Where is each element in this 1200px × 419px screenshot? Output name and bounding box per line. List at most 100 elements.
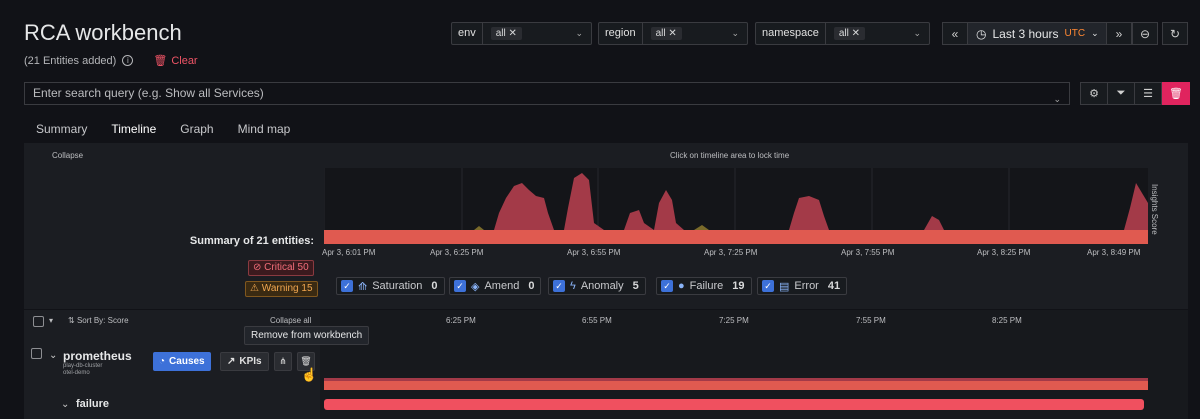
- lock-time-hint: Click on timeline area to lock time: [670, 151, 790, 160]
- zoom-out-icon: ⊖: [1139, 26, 1151, 41]
- filter-button[interactable]: ⏷: [1107, 82, 1135, 105]
- alert-circle-icon: ⊘: [253, 262, 262, 273]
- env-chip-text: all: [495, 28, 506, 39]
- entities-count: (21 Entities added) i 🗑 Clear: [24, 54, 198, 68]
- x-tick-5: Apr 3, 8:25 PM: [977, 248, 1031, 257]
- tab-graph[interactable]: Graph: [168, 118, 225, 146]
- search-input[interactable]: Enter search query (e.g. Show all Servic…: [24, 82, 1070, 105]
- checkbox-checked-icon[interactable]: ✓: [341, 280, 353, 292]
- chevron-down-icon[interactable]: ▾: [49, 316, 53, 325]
- causes-label: Causes: [169, 356, 205, 367]
- legend-anomaly[interactable]: ✓ ϟ Anomaly 5: [548, 277, 646, 295]
- legend-count: 0: [431, 280, 438, 292]
- namespace-chip[interactable]: all ✕: [833, 27, 866, 40]
- legend-amend[interactable]: ✓ ◈ Amend 0: [449, 277, 542, 295]
- summary-timeline-svg: [323, 168, 1148, 244]
- tab-summary[interactable]: Summary: [24, 118, 99, 146]
- settings-button[interactable]: ⚙: [1080, 82, 1108, 105]
- gear-icon: ⚙: [1089, 88, 1099, 100]
- namespace-filter[interactable]: namespace all ✕ ⌄: [755, 22, 930, 45]
- select-all-checkbox[interactable]: [33, 316, 44, 327]
- entity-namespace: otel-demo: [63, 370, 90, 376]
- env-filter-value: all ✕ ⌄: [483, 23, 591, 44]
- entity-timeline-bar[interactable]: [324, 378, 1148, 390]
- checkbox-checked-icon[interactable]: ✓: [661, 280, 673, 292]
- kpis-button[interactable]: ↗ KPIs: [220, 352, 269, 371]
- x-tick-6: Apr 3, 8:49 PM: [1087, 248, 1141, 257]
- tab-mind-map[interactable]: Mind map: [226, 118, 303, 146]
- legend-error[interactable]: ✓ ▤ Error 41: [757, 277, 848, 295]
- time-forward-button[interactable]: »: [1106, 22, 1132, 45]
- double-chevron-right-icon: »: [1115, 26, 1123, 41]
- summary-title: Summary of 21 entities:: [189, 235, 314, 247]
- kpis-label: KPIs: [239, 356, 262, 367]
- zoom-out-button[interactable]: ⊖: [1132, 22, 1158, 45]
- child-failure-label[interactable]: failure: [76, 398, 109, 410]
- legend-count: 19: [732, 280, 745, 292]
- legend-count: 41: [827, 280, 841, 292]
- summary-timeline-chart[interactable]: [323, 168, 1148, 244]
- x-tick-1: Apr 3, 6:25 PM: [430, 248, 484, 257]
- region-filter[interactable]: region all ✕ ⌄: [598, 22, 748, 45]
- failure-timeline-bar[interactable]: [324, 399, 1144, 410]
- error-icon: ▤: [779, 280, 790, 293]
- page-title: RCA workbench: [24, 20, 182, 45]
- legend-label: Amend: [484, 280, 520, 292]
- timezone-label: UTC: [1064, 28, 1086, 39]
- entity-checkbox[interactable]: [31, 348, 42, 359]
- clear-button[interactable]: 🗑 Clear: [153, 54, 198, 68]
- chevron-down-icon[interactable]: ⌄: [49, 350, 57, 361]
- region-filter-value: all ✕ ⌄: [643, 23, 747, 44]
- trash-icon: 🗑: [153, 55, 168, 67]
- clock-icon: ◷: [976, 26, 987, 41]
- refresh-button[interactable]: ↻: [1162, 22, 1188, 45]
- failure-icon: ●: [678, 280, 685, 292]
- entities-count-text: (21 Entities added): [24, 54, 117, 67]
- collapse-all-button[interactable]: Collapse all: [270, 316, 311, 325]
- filter-icon: ⏷: [1116, 87, 1126, 99]
- sort-by-button[interactable]: ⇅ Sort By: Score: [68, 316, 129, 325]
- legend-label: Error: [794, 280, 819, 292]
- topology-button[interactable]: ⋔: [274, 352, 292, 371]
- time-back-button[interactable]: «: [942, 22, 968, 45]
- tl-tick-1: 6:55 PM: [582, 316, 612, 325]
- refresh-icon: ↻: [1169, 26, 1181, 41]
- time-range-picker[interactable]: ◷ Last 3 hours UTC ⌄: [968, 22, 1106, 45]
- topology-icon: ⋔: [279, 356, 287, 366]
- entity-name[interactable]: prometheus: [63, 349, 132, 363]
- checkbox-checked-icon[interactable]: ✓: [553, 280, 565, 292]
- namespace-filter-value: all ✕ ⌄: [826, 23, 929, 44]
- chevron-down-icon: ⌄: [1091, 28, 1099, 38]
- sort-by-label: Sort By: Score: [76, 316, 129, 325]
- legend-count: 5: [632, 280, 639, 292]
- chevron-down-icon: ⌄: [575, 28, 583, 38]
- entity-timeline-svg: [324, 378, 1148, 390]
- namespace-chip-text: all: [838, 28, 849, 39]
- namespace-filter-label: namespace: [756, 23, 826, 44]
- region-chip[interactable]: all ✕: [650, 27, 682, 40]
- search-list-button[interactable]: ☰: [1134, 82, 1162, 105]
- base-band: [324, 230, 1148, 244]
- checkbox-checked-icon[interactable]: ✓: [762, 280, 774, 292]
- causes-button[interactable]: ◔ Causes: [153, 352, 211, 371]
- legend-failure[interactable]: ✓ ● Failure 19: [656, 277, 752, 295]
- chevron-down-icon[interactable]: ⌄: [61, 399, 69, 410]
- legend-label: Anomaly: [580, 280, 624, 292]
- search-list-icon: ☰: [1143, 88, 1153, 100]
- region-filter-label: region: [599, 23, 643, 44]
- collapse-button[interactable]: Collapse: [52, 151, 83, 160]
- chevron-down-icon: ⌄: [1053, 94, 1061, 104]
- legend-saturation[interactable]: ✓ ⟰ Saturation 0: [336, 277, 445, 295]
- delete-button[interactable]: 🗑: [1162, 82, 1190, 105]
- env-chip[interactable]: all ✕: [490, 27, 522, 40]
- trash-icon: 🗑: [300, 356, 312, 366]
- warning-badge: ⚠ Warning 15: [245, 281, 318, 297]
- tab-timeline[interactable]: Timeline: [99, 118, 169, 146]
- checkbox-checked-icon[interactable]: ✓: [454, 280, 466, 292]
- env-filter[interactable]: env all ✕ ⌄: [451, 22, 592, 45]
- clear-label: Clear: [171, 54, 198, 67]
- x-tick-0: Apr 3, 6:01 PM: [322, 248, 376, 257]
- trash-icon: 🗑: [1169, 88, 1183, 100]
- info-icon[interactable]: i: [122, 55, 134, 66]
- insights-score-label: Insights Score: [1150, 184, 1159, 235]
